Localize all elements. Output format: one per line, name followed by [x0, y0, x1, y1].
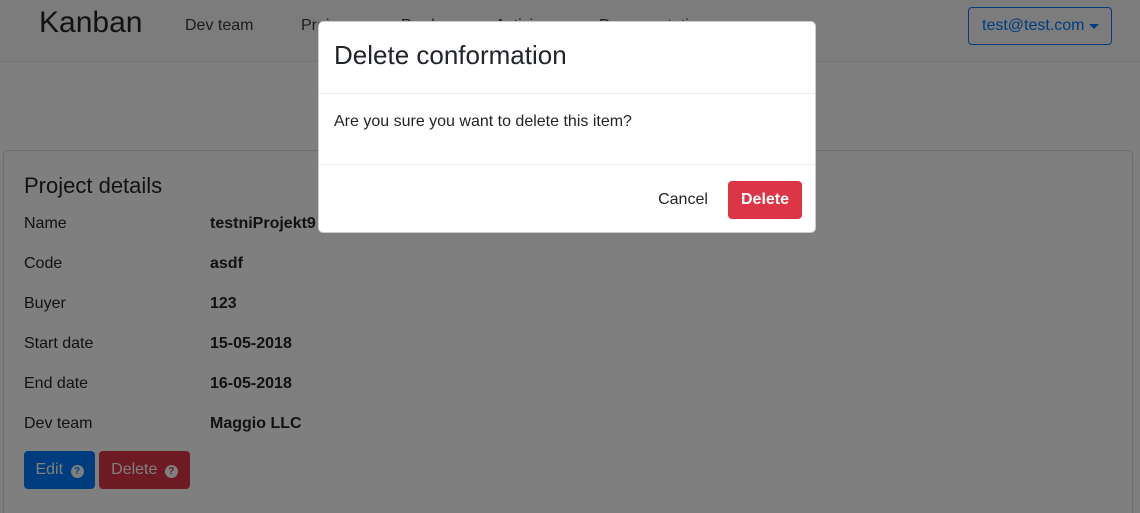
delete-confirmation-modal: Delete conformation Are you sure you wan… [318, 21, 816, 233]
modal-message: Are you sure you want to delete this ite… [334, 113, 632, 130]
cancel-button[interactable]: Cancel [646, 181, 720, 219]
modal-header: Delete conformation [319, 22, 815, 94]
modal-title: Delete conformation [334, 40, 567, 70]
modal-footer: Cancel Delete [319, 164, 815, 234]
confirm-delete-button[interactable]: Delete [728, 181, 802, 219]
